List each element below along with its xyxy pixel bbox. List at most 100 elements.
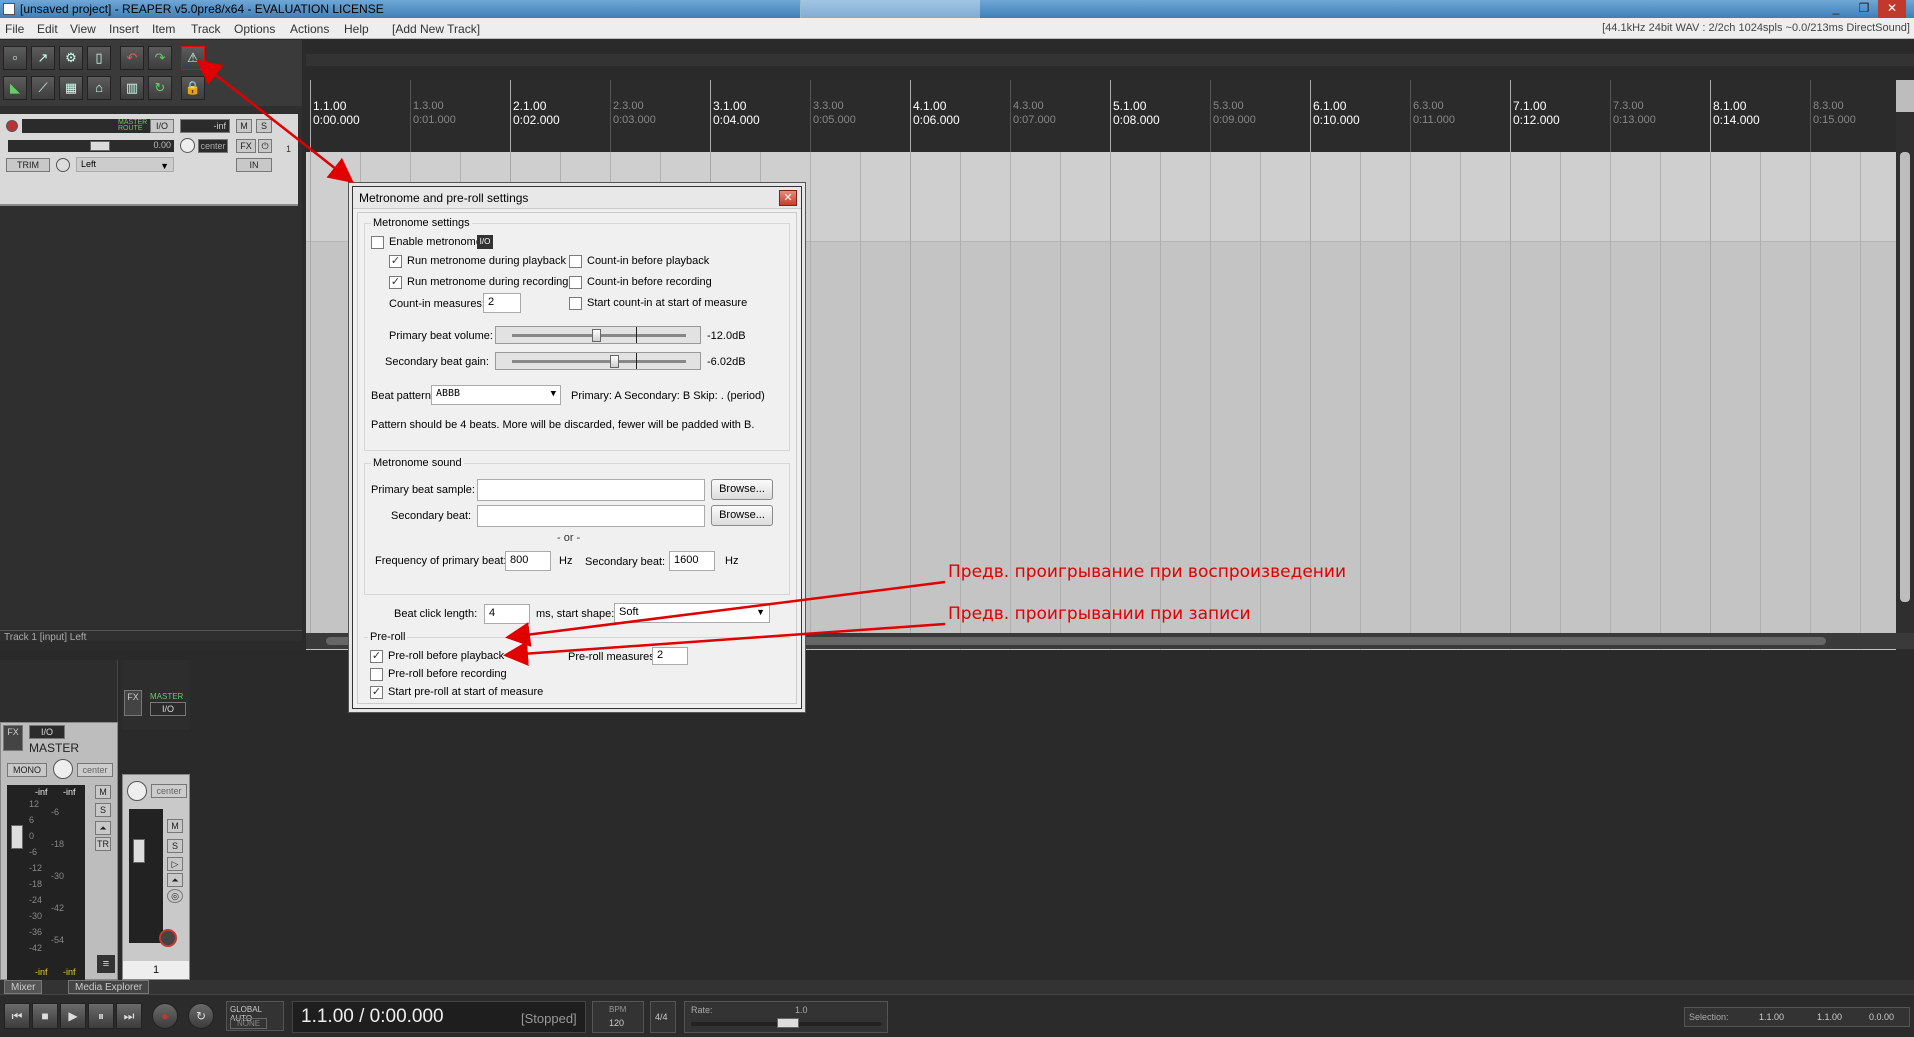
redo-icon[interactable]: ↷	[148, 46, 172, 70]
fx-bypass-icon[interactable]: ⏻	[258, 139, 272, 153]
track-1-panel[interactable]: MASTER ROUTE I/O -inf M S 0.00 center FX…	[0, 114, 298, 206]
pan-knob-icon[interactable]	[180, 138, 195, 153]
track-io-button[interactable]: I/O	[150, 119, 174, 133]
tab-mixer[interactable]: Mixer	[4, 980, 43, 994]
metronome-io-button[interactable]: I/O	[477, 235, 493, 249]
scroll-thumb[interactable]	[1900, 152, 1910, 602]
dialog-close-icon[interactable]: ✕	[779, 190, 797, 206]
master-routing-icon[interactable]: ≡	[97, 955, 115, 973]
loop-icon[interactable]: ↻	[148, 76, 172, 100]
master-solo-button[interactable]: S	[95, 803, 111, 817]
menu-edit[interactable]: Edit	[37, 22, 58, 36]
primary-volume-knob[interactable]	[592, 329, 601, 342]
menu-actions[interactable]: Actions	[290, 22, 329, 36]
snap-icon[interactable]: ◣	[3, 76, 27, 100]
track-mcp-record-arm-icon[interactable]	[159, 929, 177, 947]
tab-media-explorer[interactable]: Media Explorer	[68, 980, 150, 994]
menu-file[interactable]: File	[5, 22, 24, 36]
repeat-icon[interactable]: ↻	[188, 1003, 214, 1029]
run-recording-checkbox[interactable]: ✓	[389, 276, 402, 289]
preroll-recording-checkbox[interactable]	[370, 668, 383, 681]
maximize-button[interactable]: ❐	[1850, 0, 1878, 18]
secondary-gain-slider[interactable]	[495, 352, 701, 370]
auto-crossfade-icon[interactable]: ▥	[120, 76, 144, 100]
monitor-icon[interactable]	[56, 158, 70, 172]
menu-insert[interactable]: Insert	[109, 22, 139, 36]
track-mcp-monitor-icon[interactable]: ◎	[167, 889, 183, 903]
minimize-button[interactable]: _	[1822, 0, 1850, 18]
metronome-icon[interactable]: ⚠	[181, 46, 205, 70]
secondary-browse-button[interactable]: Browse...	[711, 505, 773, 526]
record-icon[interactable]: ●	[152, 1003, 178, 1029]
mono-button[interactable]: MONO	[7, 763, 47, 777]
preroll-start-measure-checkbox[interactable]: ✓	[370, 686, 383, 699]
freq-primary-field[interactable]: 800	[505, 551, 551, 571]
track-name-field[interactable]: MASTER ROUTE	[22, 119, 150, 133]
play-icon[interactable]: ▶	[60, 1003, 86, 1029]
dialog-title-bar[interactable]: Metronome and pre-roll settings ✕	[353, 187, 801, 209]
run-playback-checkbox[interactable]: ✓	[389, 255, 402, 268]
ripple-icon[interactable]: ⟋	[31, 76, 55, 100]
track-mcp-mute-button[interactable]: M	[167, 819, 183, 833]
playrate-control[interactable]: Rate: 1.0	[684, 1001, 888, 1033]
record-arm-icon[interactable]	[6, 120, 18, 132]
project-settings-icon[interactable]: ▯	[87, 46, 111, 70]
countin-measures-field[interactable]: 2	[483, 293, 521, 313]
preroll-playback-checkbox[interactable]: ✓	[370, 650, 383, 663]
track-mcp-env-icon[interactable]: ⏶	[167, 873, 183, 887]
new-project-icon[interactable]: ▫	[3, 46, 27, 70]
secondary-freq-field[interactable]: 1600	[669, 551, 715, 571]
bpm-display[interactable]: BPM 120	[592, 1001, 644, 1033]
global-auto-button[interactable]: GLOBAL AUTO NONE	[226, 1001, 284, 1031]
countin-playback-checkbox[interactable]	[569, 255, 582, 268]
timeline-ruler[interactable]: 1.1.00 0:00.000 2.1.00 0:02.000 3.1.00 0:04.0…	[306, 80, 1896, 152]
track-mute-button[interactable]: M	[236, 119, 252, 133]
go-to-end-icon[interactable]: ⏭	[116, 1003, 142, 1029]
click-length-field[interactable]: 4	[484, 604, 530, 624]
time-display[interactable]: 1.1.00 / 0:00.000 [Stopped]	[292, 1001, 586, 1033]
primary-volume-slider[interactable]	[495, 326, 701, 344]
open-project-icon[interactable]: ↗	[31, 46, 55, 70]
go-to-start-icon[interactable]: ⏮	[4, 1003, 30, 1029]
master-mute-button[interactable]: M	[95, 785, 111, 799]
save-project-icon[interactable]: ⚙	[59, 46, 83, 70]
input-button[interactable]: IN	[236, 158, 272, 172]
beat-pattern-combo[interactable]: ABBB ▼	[431, 385, 561, 405]
input-select[interactable]: Left ▼	[76, 157, 174, 172]
master-tr-button[interactable]: TR	[95, 837, 111, 851]
stop-icon[interactable]: ■	[32, 1003, 58, 1029]
primary-sample-field[interactable]	[477, 479, 705, 501]
vertical-scrollbar[interactable]	[1896, 112, 1914, 672]
grid-icon[interactable]: ▦	[59, 76, 83, 100]
secondary-sample-field[interactable]	[477, 505, 705, 527]
menu-item[interactable]: Item	[152, 22, 175, 36]
track-mcp-io-button[interactable]: I/O	[150, 702, 186, 716]
master-fader-knob[interactable]	[11, 825, 23, 849]
track-mcp-fx-button[interactable]: FX	[124, 690, 142, 716]
start-countin-checkbox[interactable]	[569, 297, 582, 310]
enable-metronome-checkbox[interactable]	[371, 236, 384, 249]
playrate-knob[interactable]	[777, 1018, 799, 1028]
master-pan-knob-icon[interactable]	[53, 759, 73, 779]
volume-slider-knob[interactable]	[90, 141, 110, 151]
master-env-icon[interactable]: ⏶	[95, 821, 111, 835]
track-solo-button[interactable]: S	[256, 119, 272, 133]
menu-help[interactable]: Help	[344, 22, 369, 36]
undo-icon[interactable]: ↶	[120, 46, 144, 70]
master-fx-button[interactable]: FX	[3, 725, 23, 751]
pause-icon[interactable]: ⏸	[88, 1003, 114, 1029]
trim-button[interactable]: TRIM	[6, 158, 50, 172]
track-mcp-play-icon[interactable]: ▷	[167, 857, 183, 871]
lock-icon[interactable]: 🔒	[181, 76, 205, 100]
preroll-measures-field[interactable]: 2	[652, 647, 688, 665]
track-mcp-solo-button[interactable]: S	[167, 839, 183, 853]
menu-options[interactable]: Options	[234, 22, 275, 36]
track-mcp-pan-knob-icon[interactable]	[127, 781, 147, 801]
countin-recording-checkbox[interactable]	[569, 276, 582, 289]
track-fader-knob[interactable]	[133, 839, 145, 863]
menu-track[interactable]: Track	[191, 22, 221, 36]
time-signature-display[interactable]: 4/4	[650, 1001, 676, 1033]
start-shape-combo[interactable]: Soft ▼	[614, 603, 770, 623]
master-io-button[interactable]: I/O	[29, 725, 65, 739]
primary-browse-button[interactable]: Browse...	[711, 479, 773, 500]
